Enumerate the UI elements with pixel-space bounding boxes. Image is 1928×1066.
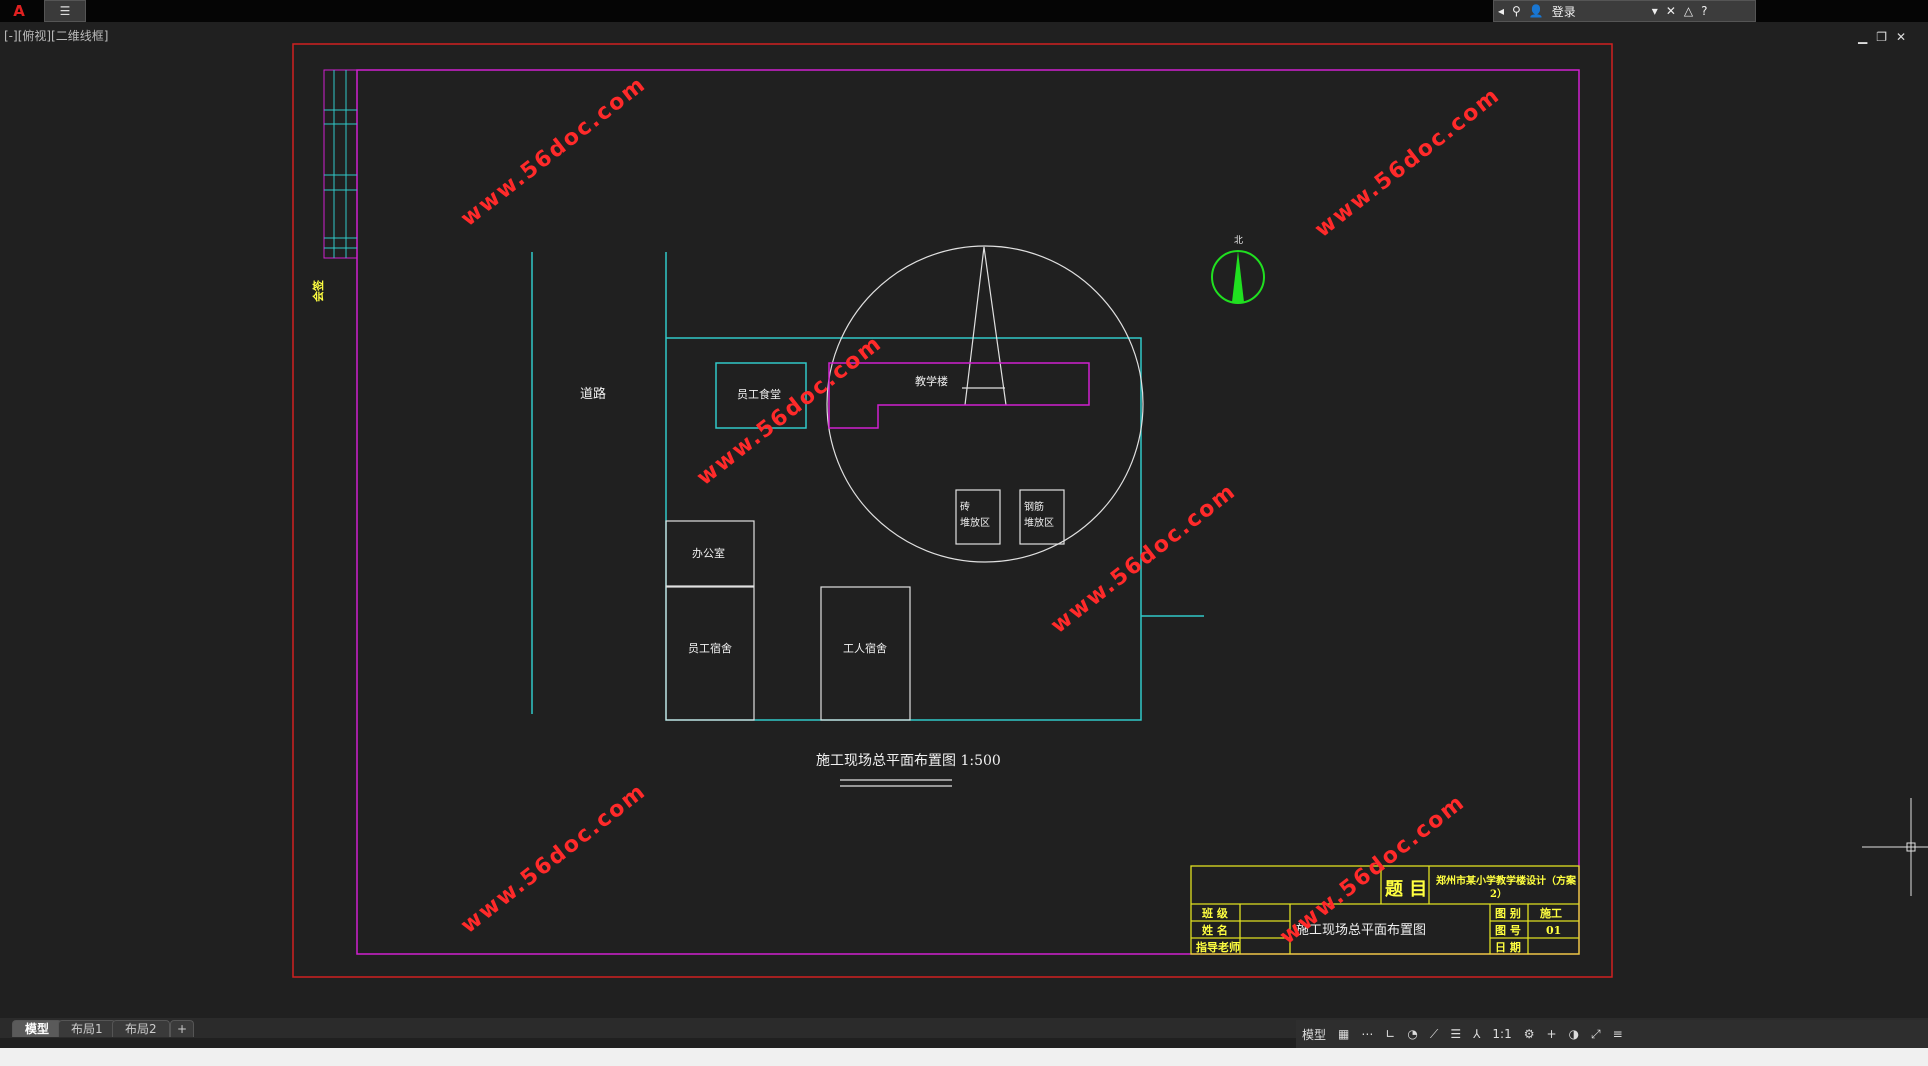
tab-layout1[interactable]: 布局1 — [58, 1020, 116, 1037]
brick-storage-area — [955, 489, 1001, 545]
north-arrow-icon — [1211, 250, 1265, 304]
project-name: 郑州市某小学教学楼设计（方案 — [1436, 874, 1577, 887]
rebar-label: 钢筋 — [1024, 500, 1044, 513]
tab-layout2[interactable]: 布局2 — [112, 1020, 170, 1037]
tower-crane — [962, 246, 1007, 406]
grid-icon[interactable]: ▦ — [1338, 1027, 1349, 1041]
osnap-icon[interactable]: ⟋ — [1430, 1027, 1438, 1042]
snap-icon[interactable]: ⋯ — [1361, 1027, 1373, 1041]
ortho-icon[interactable]: ∟ — [1385, 1027, 1395, 1041]
category-value: 施工 — [1540, 906, 1562, 920]
project-name-continued: 2） — [1490, 887, 1507, 900]
office-label: 办公室 — [692, 546, 725, 560]
status-bar: 模型 ▦ ⋯ ∟ ◔ ⟋ ☰ ⅄ 1:1 ⚙ + ◑ ⤢ ≡ — [1296, 1020, 1928, 1048]
fullscreen-icon[interactable]: ⤢ — [1591, 1027, 1601, 1042]
window-bottom-edge — [0, 1048, 1928, 1066]
annotation-scale[interactable]: 1:1 — [1492, 1027, 1511, 1041]
teaching-building-label: 教学楼 — [915, 374, 948, 388]
date-label: 日 期 — [1495, 940, 1521, 954]
north-label: 北 — [1234, 235, 1243, 246]
annotation-icon[interactable]: ⅄ — [1473, 1027, 1480, 1041]
advisor-label: 指导老师 — [1196, 940, 1240, 954]
teaching-building — [828, 362, 1090, 429]
countersign-table — [323, 69, 358, 259]
watermark-3: www.56doc.com — [692, 331, 887, 491]
rebar-storage-area — [1019, 489, 1065, 545]
watermark-1: www.56doc.com — [456, 72, 651, 232]
tab-model[interactable]: 模型 — [12, 1020, 63, 1037]
number-label: 图 号 — [1495, 924, 1521, 937]
isolate-icon[interactable]: ◑ — [1569, 1027, 1579, 1041]
staff-dorm-label: 员工宿舍 — [688, 641, 732, 655]
lineweight-icon[interactable]: ☰ — [1450, 1027, 1461, 1041]
watermark-5: www.56doc.com — [456, 779, 651, 939]
brick-storage-label: 堆放区 — [960, 516, 990, 529]
polar-icon[interactable]: ◔ — [1407, 1027, 1417, 1041]
gear-icon[interactable]: ⚙ — [1524, 1027, 1535, 1041]
category-label: 图 别 — [1495, 906, 1521, 920]
model-space-button[interactable]: 模型 — [1302, 1026, 1326, 1043]
watermark-4: www.56doc.com — [1046, 479, 1241, 639]
rebar-storage-label: 堆放区 — [1024, 516, 1054, 529]
class-label: 班 级 — [1202, 906, 1229, 920]
crosshair-cursor-icon — [1862, 798, 1928, 896]
tower-crane-radius — [826, 245, 1144, 563]
drawing-canvas[interactable]: 会签 道路 员工食堂 教学楼 砖 堆放区 钢筋 堆放区 办公室 员工宿舍 工人宿… — [0, 0, 1928, 1066]
customize-menu-icon[interactable]: ≡ — [1613, 1027, 1623, 1041]
watermark-2: www.56doc.com — [1310, 83, 1505, 243]
brick-label: 砖 — [960, 500, 970, 513]
number-value: 01 — [1546, 924, 1561, 937]
countersign-label: 会签 — [311, 279, 325, 302]
canteen-label: 员工食堂 — [737, 387, 781, 401]
add-layout-button[interactable]: + — [170, 1020, 195, 1037]
plus-icon[interactable]: + — [1547, 1027, 1557, 1041]
worker-dorm-label: 工人宿舍 — [843, 641, 887, 655]
plan-title: 施工现场总平面布置图 1:500 — [816, 753, 1001, 769]
topic-label: 题 目 — [1385, 879, 1427, 900]
name-label: 姓 名 — [1202, 923, 1228, 937]
road-label: 道路 — [580, 386, 606, 402]
